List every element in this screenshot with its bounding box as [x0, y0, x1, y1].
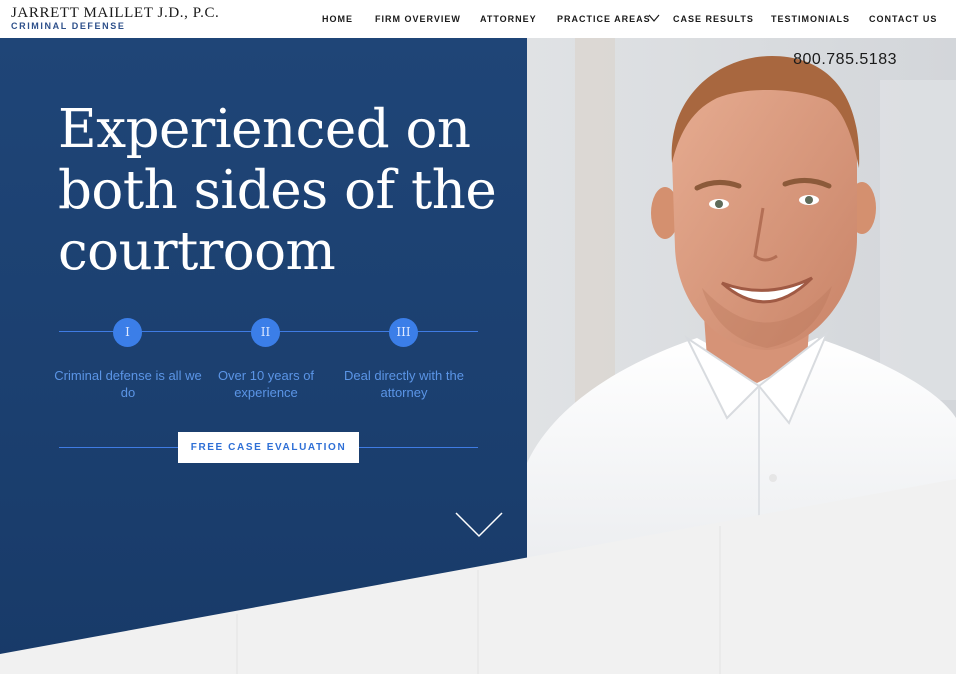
- step-3-text: Deal directly with the attorney: [344, 368, 464, 400]
- chevron-down-icon[interactable]: [455, 512, 503, 538]
- nav-testimonials[interactable]: TESTIMONIALS: [771, 14, 850, 24]
- hero-headline: Experienced on both sides of the courtro…: [58, 99, 497, 282]
- nav-attorney[interactable]: ATTORNEY: [480, 14, 537, 24]
- step-1-badge: I: [113, 318, 142, 347]
- step-2-text: Over 10 years of experience: [217, 368, 315, 400]
- nav-contact-us[interactable]: CONTACT US: [869, 14, 937, 24]
- nav-home[interactable]: HOME: [322, 14, 353, 24]
- phone-number[interactable]: 800.785.5183: [793, 51, 897, 69]
- step-2-badge: II: [251, 318, 280, 347]
- site-header: JARRETT MAILLET J.D., P.C. CRIMINAL DEFE…: [0, 0, 956, 38]
- nav-practice-areas[interactable]: PRACTICE AREAS: [557, 14, 651, 24]
- nav-case-results[interactable]: CASE RESULTS: [673, 14, 754, 24]
- nav-firm-overview[interactable]: FIRM OVERVIEW: [375, 14, 461, 24]
- chevron-down-icon[interactable]: [648, 13, 660, 23]
- bottom-section-shape: [0, 479, 956, 674]
- step-3-badge: III: [389, 318, 418, 347]
- main-nav: HOME FIRM OVERVIEW ATTORNEY PRACTICE ARE…: [0, 14, 956, 26]
- free-case-evaluation-button[interactable]: FREE CASE EVALUATION: [178, 432, 359, 463]
- step-1-text: Criminal defense is all we do: [54, 368, 202, 400]
